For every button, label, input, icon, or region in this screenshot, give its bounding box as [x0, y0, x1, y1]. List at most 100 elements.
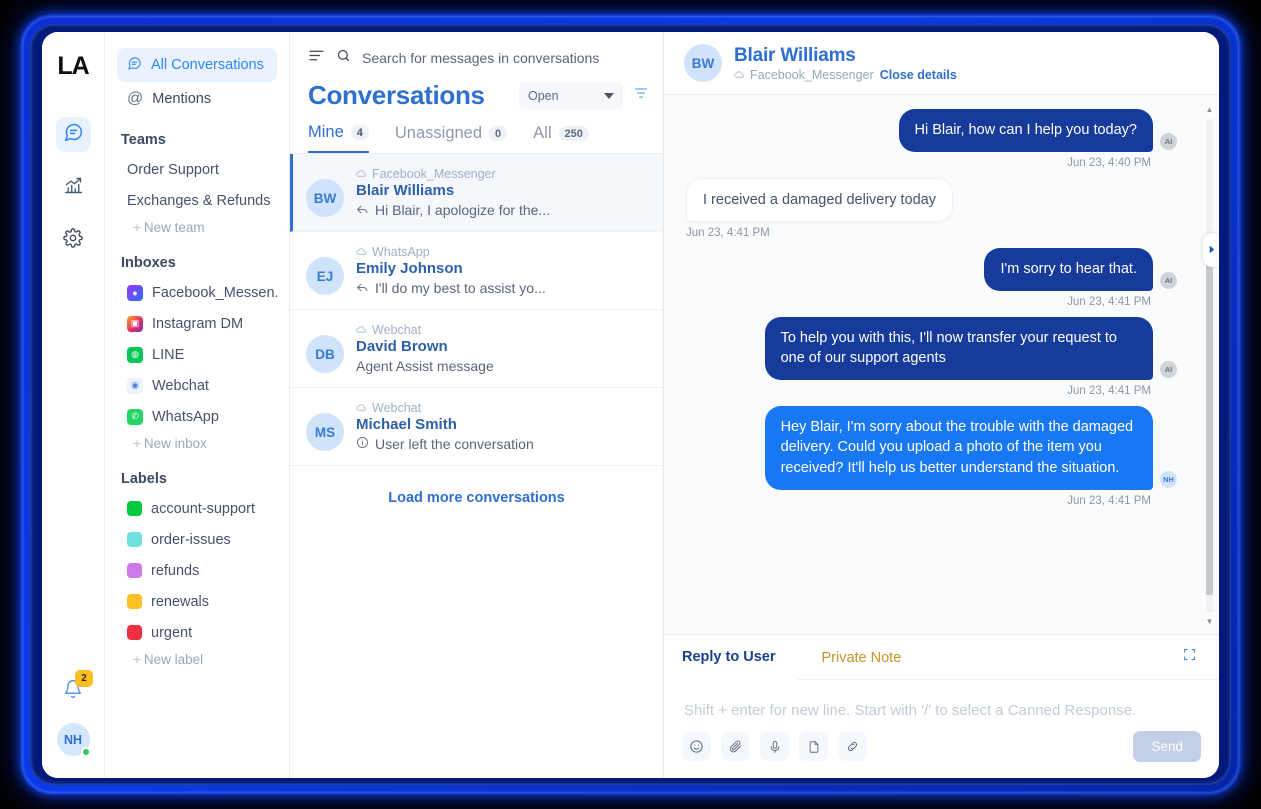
- tab-all[interactable]: All 250: [533, 123, 589, 153]
- sender-badge: AI: [1160, 133, 1177, 150]
- list-item[interactable]: EJ WhatsApp Emily Johnson: [290, 232, 663, 310]
- scroll-up-arrow-icon[interactable]: ▲: [1205, 105, 1214, 114]
- send-button[interactable]: Send: [1133, 731, 1201, 762]
- rail-item-analytics[interactable]: [56, 170, 91, 205]
- chevron-right-icon: [1208, 241, 1216, 259]
- sender-badge: AI: [1160, 361, 1177, 378]
- message-bubble: To help you with this, I'll now transfer…: [765, 317, 1153, 380]
- microphone-icon[interactable]: [760, 732, 789, 761]
- chat-bubble-icon: [63, 122, 84, 148]
- sidebar-item-inbox-line[interactable]: ◍ LINE: [117, 339, 277, 370]
- attachment-icon[interactable]: [721, 732, 750, 761]
- contact-name: Emily Johnson: [356, 260, 649, 277]
- sidebar-item-label-refunds[interactable]: refunds: [117, 555, 277, 586]
- list-item[interactable]: DB Webchat David Brown Agent Assist mess…: [290, 310, 663, 388]
- sidebar-item-inbox-facebook-messenger[interactable]: ● Facebook_Messen...: [117, 277, 277, 308]
- label-color-swatch: [127, 501, 142, 516]
- chevron-down-icon: [604, 93, 614, 99]
- sidebar-item-inbox-whatsapp[interactable]: ✆ WhatsApp: [117, 401, 277, 432]
- list-item[interactable]: BW Facebook_Messenger Blair Williams: [290, 154, 663, 232]
- chat-subheader: Facebook_Messenger Close details: [734, 68, 957, 82]
- status-filter-select[interactable]: Open: [519, 82, 623, 109]
- channel-row: WhatsApp: [356, 245, 649, 259]
- new-label-button[interactable]: +New label: [117, 648, 277, 671]
- sidebar-item-label-urgent[interactable]: urgent: [117, 617, 277, 648]
- link-icon[interactable]: [838, 732, 867, 761]
- filter-funnel-icon[interactable]: [633, 85, 649, 106]
- label-text: order-issues: [151, 532, 231, 548]
- tab-count: 4: [351, 125, 369, 140]
- avatar-initials: BW: [692, 56, 715, 71]
- avatar-initials: EJ: [317, 269, 334, 284]
- sidebar-item-order-support[interactable]: Order Support: [117, 154, 277, 185]
- thread-scrollbar[interactable]: ▲ ▼: [1205, 105, 1213, 626]
- scrollbar-thumb[interactable]: [1206, 265, 1213, 595]
- avatar: MS: [306, 413, 344, 451]
- close-details-button[interactable]: Close details: [880, 68, 957, 82]
- load-more-button[interactable]: Load more conversations: [290, 466, 663, 530]
- label-text: renewals: [151, 594, 209, 610]
- search-input[interactable]: Search for messages in conversations: [362, 50, 599, 66]
- bubble-row: I received a damaged delivery today: [686, 178, 953, 223]
- rail-icon-group: [56, 117, 91, 258]
- contact-name: David Brown: [356, 338, 649, 355]
- sidebar-item-inbox-instagram-dm[interactable]: ▣ Instagram DM: [117, 308, 277, 339]
- channel-label: WhatsApp: [372, 245, 430, 259]
- sidebar-item-mentions[interactable]: @ Mentions: [117, 82, 277, 116]
- list-item[interactable]: MS Webchat Michael Smith: [290, 388, 663, 466]
- message-item: I'm sorry to hear that. AI Jun 23, 4:41 …: [686, 248, 1177, 308]
- online-status-dot: [81, 747, 91, 757]
- message-preview: Hi Blair, I apologize for the...: [356, 202, 649, 218]
- tab-reply-to-user[interactable]: Reply to User: [664, 635, 797, 680]
- bubble-row: I'm sorry to hear that. AI: [984, 248, 1177, 291]
- label-color-swatch: [127, 594, 142, 609]
- rail-item-settings[interactable]: [56, 223, 91, 258]
- chat-panel: BW Blair Williams Facebook_Messenger Clo…: [664, 32, 1219, 778]
- message-thread: Hi Blair, how can I help you today? AI J…: [664, 95, 1219, 634]
- file-icon[interactable]: [799, 732, 828, 761]
- avatar-initials: DB: [315, 347, 335, 362]
- sidebar-item-all-conversations[interactable]: All Conversations: [117, 48, 277, 82]
- expand-details-button[interactable]: [1203, 233, 1219, 267]
- avatar[interactable]: NH: [57, 723, 90, 756]
- tab-private-note[interactable]: Private Note: [797, 636, 923, 679]
- icon-rail: LA: [42, 32, 105, 778]
- notifications-button[interactable]: 2: [56, 675, 90, 707]
- reply-input[interactable]: Shift + enter for new line. Start with '…: [664, 680, 1219, 727]
- inbox-label: Instagram DM: [152, 316, 243, 332]
- tab-count: 250: [559, 126, 589, 141]
- instagram-icon: ▣: [127, 316, 143, 332]
- emoji-icon[interactable]: [682, 732, 711, 761]
- avatar-initials: BW: [314, 191, 337, 206]
- sidebar-item-exchanges-refunds[interactable]: Exchanges & Refunds: [117, 185, 277, 216]
- composer: Reply to User Private Note Shift + enter…: [664, 634, 1219, 778]
- sidebar-item-inbox-webchat[interactable]: ◉ Webchat: [117, 370, 277, 401]
- info-icon: [356, 436, 369, 452]
- tab-mine[interactable]: Mine 4: [308, 123, 369, 153]
- notification-badge: 2: [75, 670, 93, 687]
- new-label-label: New label: [144, 652, 203, 667]
- conversation-list: BW Facebook_Messenger Blair Williams: [290, 154, 663, 778]
- message-item: To help you with this, I'll now transfer…: [686, 317, 1177, 397]
- list-item-content: WhatsApp Emily Johnson I'll do my best t…: [356, 245, 649, 296]
- tab-unassigned[interactable]: Unassigned 0: [395, 123, 507, 153]
- sidebar-item-label-renewals[interactable]: renewals: [117, 586, 277, 617]
- sidebar-item-label-order-issues[interactable]: order-issues: [117, 524, 277, 555]
- message-bubble: Hey Blair, I'm sorry about the trouble w…: [765, 406, 1153, 490]
- sidebar-nav: All Conversations @ Mentions Teams Order…: [105, 32, 290, 778]
- conversation-tabs: Mine 4 Unassigned 0 All 250: [290, 111, 663, 154]
- cloud-icon: [356, 401, 367, 415]
- sidebar-heading-inboxes: Inboxes: [117, 239, 277, 277]
- bubble-row: Hey Blair, I'm sorry about the trouble w…: [765, 406, 1177, 490]
- filter-list-icon[interactable]: [308, 47, 325, 69]
- expand-composer-button[interactable]: [1182, 647, 1201, 667]
- scroll-down-arrow-icon[interactable]: ▼: [1205, 617, 1214, 626]
- sender-badge: NH: [1160, 471, 1177, 488]
- preview-text: I'll do my best to assist yo...: [375, 280, 546, 296]
- new-team-button[interactable]: +New team: [117, 216, 277, 239]
- sidebar-item-label-account-support[interactable]: account-support: [117, 493, 277, 524]
- chat-outline-icon: [127, 56, 142, 75]
- channel-row: Facebook_Messenger: [356, 167, 649, 181]
- rail-item-conversations[interactable]: [56, 117, 91, 152]
- new-inbox-button[interactable]: +New inbox: [117, 432, 277, 455]
